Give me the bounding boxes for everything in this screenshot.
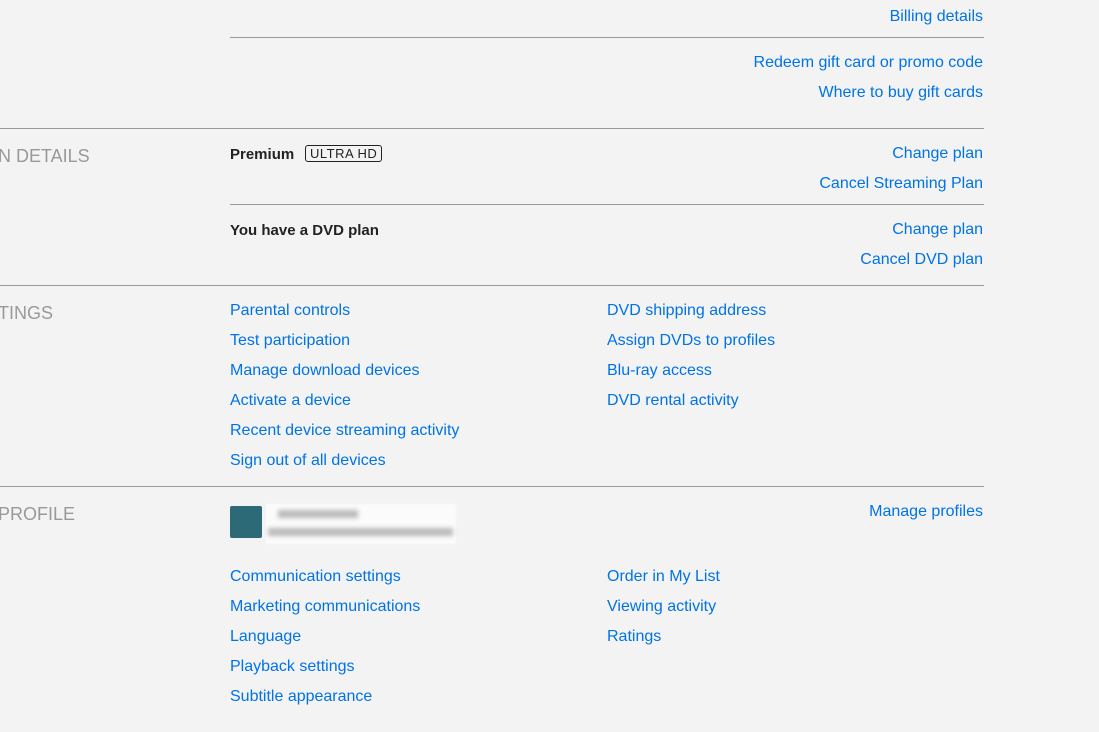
where-to-buy-gift-cards-link[interactable]: Where to buy gift cards <box>818 84 983 102</box>
divider <box>0 486 984 487</box>
link-recent-device-streaming-activity[interactable]: Recent device streaming activity <box>230 422 459 440</box>
link-parental-controls[interactable]: Parental controls <box>230 302 350 320</box>
link-viewing-activity[interactable]: Viewing activity <box>607 598 716 616</box>
plan-details-heading: N DETAILS <box>0 146 90 166</box>
link-playback-settings[interactable]: Playback settings <box>230 658 355 676</box>
divider <box>230 204 984 205</box>
link-sign-out-of-all-devices[interactable]: Sign out of all devices <box>230 452 386 470</box>
blurred-profile-info <box>266 504 456 544</box>
change-plan-link[interactable]: Change plan <box>892 145 983 163</box>
link-activate-a-device[interactable]: Activate a device <box>230 392 351 410</box>
manage-profiles-link[interactable]: Manage profiles <box>869 503 983 521</box>
cancel-streaming-plan-link[interactable]: Cancel Streaming Plan <box>819 175 983 193</box>
avatar[interactable] <box>230 506 262 538</box>
link-language[interactable]: Language <box>230 628 301 646</box>
link-ratings[interactable]: Ratings <box>607 628 661 646</box>
link-assign-dvds-to-profiles[interactable]: Assign DVDs to profiles <box>607 332 775 350</box>
link-marketing-communications[interactable]: Marketing communications <box>230 598 420 616</box>
link-communication-settings[interactable]: Communication settings <box>230 568 401 586</box>
plan-name: Premium <box>230 146 295 163</box>
settings-heading: TINGS <box>0 303 54 323</box>
billing-details-link[interactable]: Billing details <box>890 8 983 26</box>
link-manage-download-devices[interactable]: Manage download devices <box>230 362 419 380</box>
redeem-gift-card-link[interactable]: Redeem gift card or promo code <box>754 54 983 72</box>
cancel-dvd-plan-link[interactable]: Cancel DVD plan <box>860 251 983 269</box>
link-dvd-rental-activity[interactable]: DVD rental activity <box>607 392 739 410</box>
link-dvd-shipping-address[interactable]: DVD shipping address <box>607 302 766 320</box>
profile-heading: PROFILE <box>0 504 76 524</box>
link-blu-ray-access[interactable]: Blu-ray access <box>607 362 712 380</box>
divider <box>230 37 984 38</box>
divider <box>0 128 984 129</box>
link-order-in-my-list[interactable]: Order in My List <box>607 568 720 586</box>
divider <box>0 285 984 286</box>
link-test-participation[interactable]: Test participation <box>230 332 350 350</box>
dvd-plan-text: You have a DVD plan <box>230 222 379 239</box>
ultra-hd-badge: ULTRA HD <box>305 145 383 162</box>
link-subtitle-appearance[interactable]: Subtitle appearance <box>230 688 372 706</box>
change-dvd-plan-link[interactable]: Change plan <box>892 221 983 239</box>
